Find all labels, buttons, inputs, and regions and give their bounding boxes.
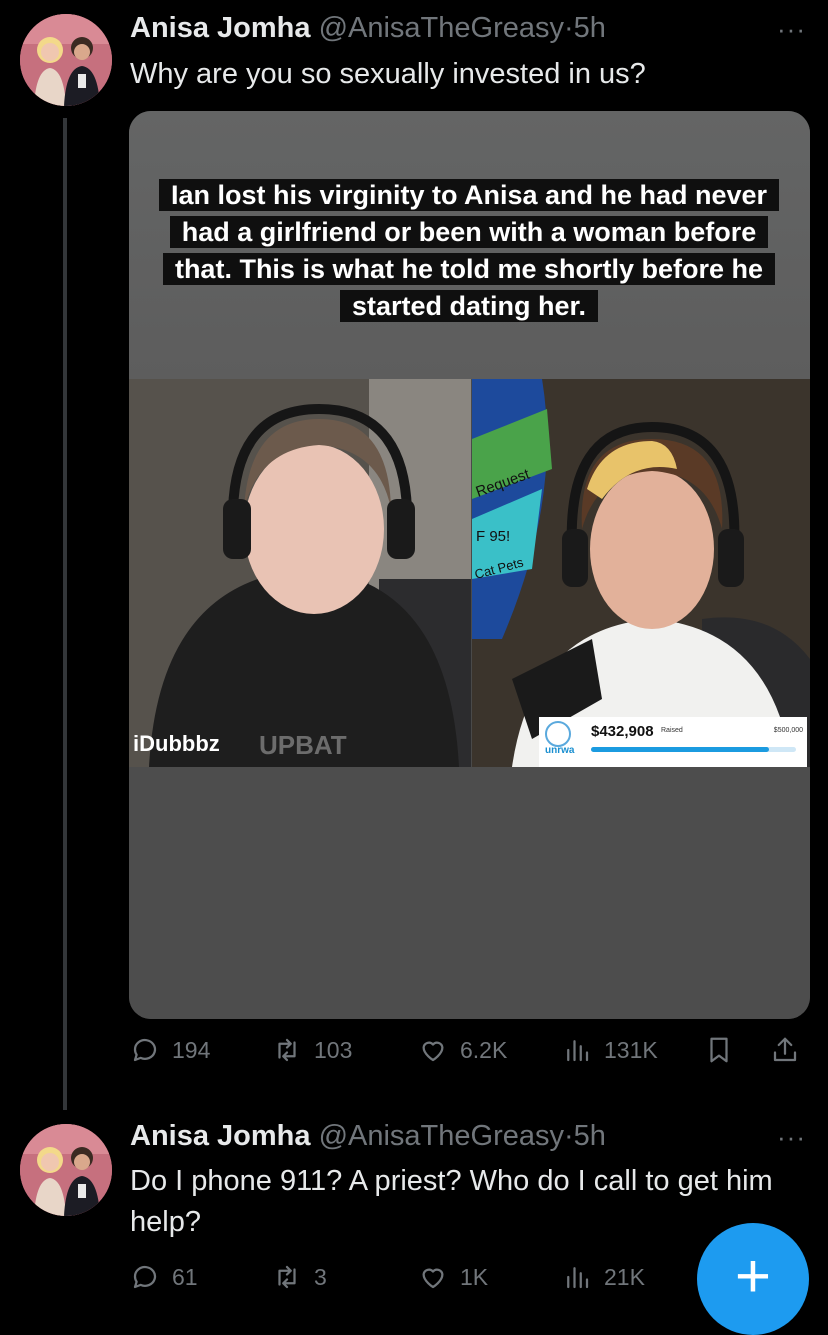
like-button[interactable]: 1K	[418, 1262, 488, 1292]
like-count: 6.2K	[460, 1036, 508, 1063]
reply-icon	[133, 1265, 157, 1289]
author-name[interactable]: Anisa Jomha	[130, 12, 311, 44]
repost-count: 3	[314, 1263, 327, 1290]
repost-icon	[278, 1038, 296, 1062]
tweet-media[interactable]: Ian lost his virginity to Anisa and he h…	[129, 111, 810, 1019]
tweet-time[interactable]: 5h	[574, 1120, 606, 1152]
donation-progress-fill	[591, 747, 769, 752]
tweet-time[interactable]: 5h	[574, 12, 606, 44]
separator-dot: ·	[564, 1120, 574, 1152]
donation-widget: $432,908 Raised $500,000 unrwa	[539, 717, 807, 767]
author-name[interactable]: Anisa Jomha	[130, 1120, 311, 1152]
views-chart-icon	[567, 1040, 589, 1062]
separator-dot: ·	[564, 12, 574, 44]
reply-count: 194	[172, 1036, 211, 1063]
reply-icon	[133, 1038, 157, 1062]
reply-count: 61	[172, 1263, 198, 1290]
views-button[interactable]: 131K	[562, 1035, 658, 1065]
wheel-label-f95: F 95!	[476, 528, 510, 545]
like-button[interactable]: 6.2K	[418, 1035, 507, 1065]
repost-button[interactable]: 103	[272, 1035, 352, 1065]
caption-text: Ian lost his virginity to Anisa and he h…	[158, 179, 780, 322]
more-options-icon[interactable]: ···	[777, 14, 806, 45]
author-handle[interactable]: @AnisaTheGreasy	[319, 12, 564, 44]
video-frame-left: UPBAT iDubbbz	[129, 379, 471, 767]
tweet-text: Do I phone 911? A priest? Who do I call …	[130, 1165, 773, 1238]
donation-org: unrwa	[545, 745, 575, 756]
donation-amount: $432,908	[591, 723, 654, 740]
donation-raised-label: Raised	[661, 727, 683, 734]
repost-button[interactable]: 3	[272, 1262, 327, 1292]
tweet-text: Why are you so sexually invested in us?	[130, 58, 646, 90]
share-icon	[773, 1037, 797, 1062]
bookmark-button[interactable]	[704, 1035, 746, 1065]
repost-count: 103	[314, 1036, 353, 1063]
reply-button[interactable]: 61	[130, 1262, 198, 1292]
thread-line	[63, 118, 67, 1110]
more-options-icon[interactable]: ···	[777, 1122, 806, 1153]
author-avatar[interactable]	[20, 1124, 112, 1216]
share-button[interactable]	[770, 1035, 812, 1065]
tweet-header: Anisa Jomha @AnisaTheGreasy·5h	[130, 1120, 606, 1153]
donation-goal: $500,000	[773, 727, 803, 734]
views-button[interactable]: 21K	[562, 1262, 645, 1292]
like-count: 1K	[460, 1263, 489, 1290]
video-empty-area	[129, 767, 810, 1019]
streamer-label: iDubbbz	[133, 731, 220, 756]
tweet-header: Anisa Jomha @AnisaTheGreasy·5h	[130, 12, 606, 45]
repost-icon	[278, 1265, 296, 1289]
compose-button[interactable]: +	[697, 1223, 809, 1335]
tweet-actions: 194 103 6.2K 131K	[130, 1035, 810, 1075]
views-chart-icon	[567, 1267, 589, 1289]
author-handle[interactable]: @AnisaTheGreasy	[319, 1120, 564, 1152]
video-caption: Ian lost his virginity to Anisa and he h…	[155, 177, 783, 325]
un-logo-icon	[545, 721, 571, 747]
donation-progress-bar	[591, 747, 796, 752]
views-count: 131K	[604, 1036, 658, 1063]
views-count: 21K	[604, 1263, 645, 1290]
shirt-text: UPBAT	[259, 730, 347, 760]
bookmark-icon	[710, 1037, 728, 1063]
tweet-1[interactable]: Anisa Jomha @AnisaTheGreasy·5h ··· Why a…	[0, 0, 828, 1110]
author-avatar[interactable]	[20, 14, 112, 106]
video-frame-right: Request F 95! Cat Pets	[472, 379, 810, 767]
heart-icon	[422, 1268, 444, 1289]
reply-button[interactable]: 194	[130, 1035, 210, 1065]
heart-icon	[422, 1041, 444, 1062]
